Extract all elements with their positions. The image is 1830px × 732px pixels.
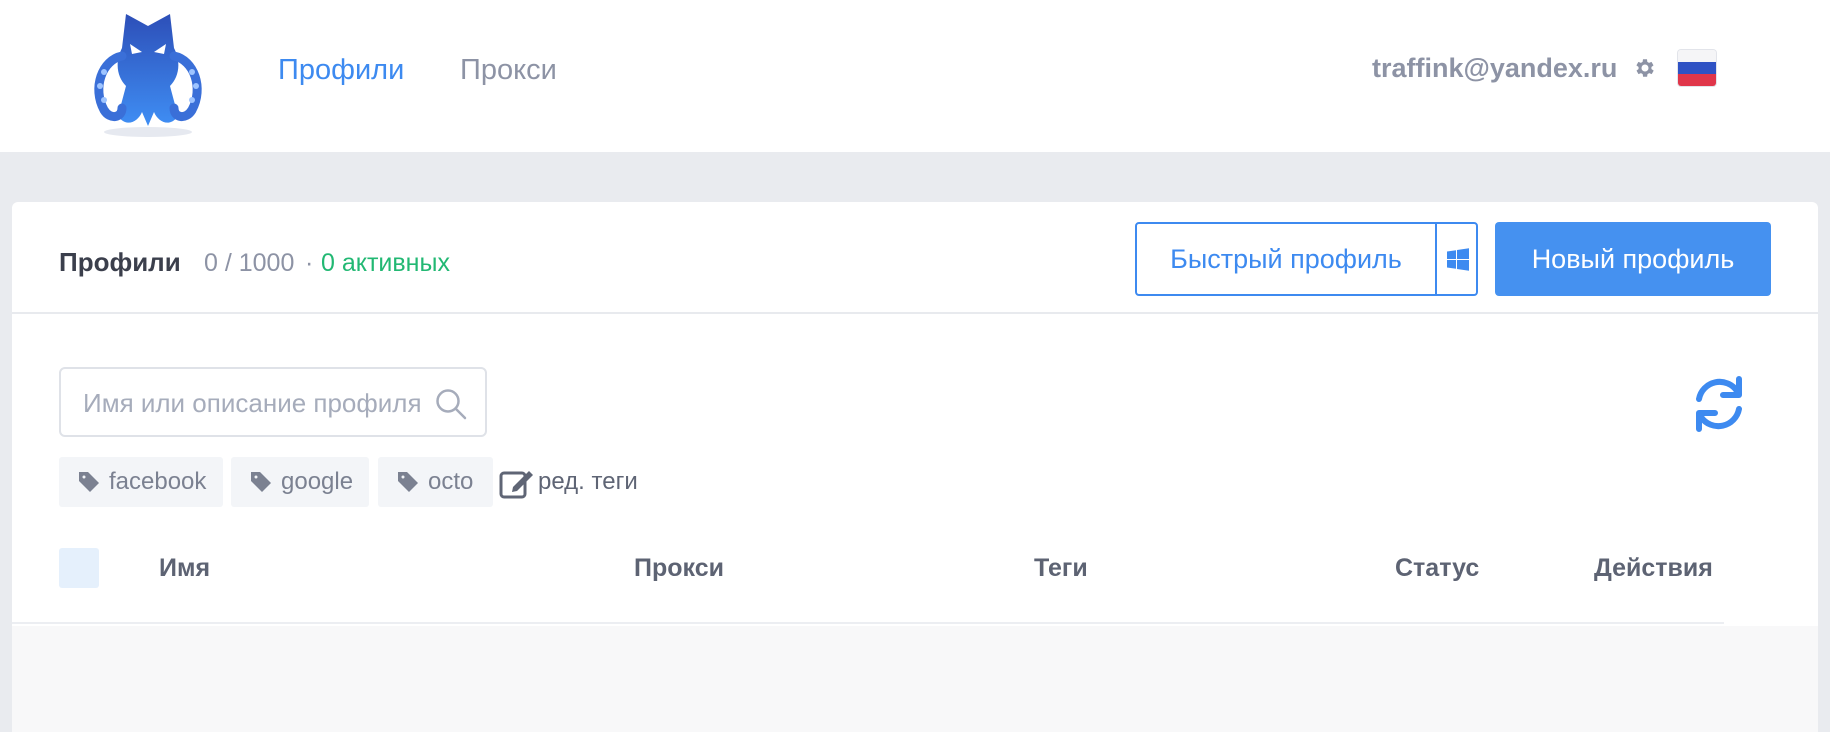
tag-filter-octo[interactable]: octo xyxy=(378,457,493,507)
top-navigation-bar: Профили Прокси traffink@yandex.ru xyxy=(0,0,1830,152)
tag-icon xyxy=(398,472,418,492)
edit-icon xyxy=(499,471,533,499)
column-header-proxy[interactable]: Прокси xyxy=(634,552,724,584)
refresh-icon[interactable] xyxy=(1691,375,1747,433)
edit-tags-button[interactable]: ред. теги xyxy=(499,457,639,507)
panel-title: Профили xyxy=(59,247,181,277)
tag-label: facebook xyxy=(109,468,207,495)
search-box xyxy=(59,367,487,437)
gear-icon[interactable] xyxy=(1633,56,1657,80)
column-header-tags[interactable]: Теги xyxy=(1034,552,1088,584)
table-header: Имя Прокси Теги Статус Действия xyxy=(12,538,1724,624)
profiles-panel: Профили 0 / 1000 · 0 активных Быстрый пр… xyxy=(12,202,1818,732)
column-header-actions: Действия xyxy=(1594,554,1713,582)
tag-icon xyxy=(251,472,271,492)
nav-profiles[interactable]: Профили xyxy=(278,52,404,88)
russia-flag-icon[interactable] xyxy=(1678,50,1716,86)
search-input[interactable] xyxy=(83,385,433,421)
column-header-name[interactable]: Имя xyxy=(159,552,210,584)
quick-profile-button[interactable]: Быстрый профиль xyxy=(1135,222,1437,296)
select-all-checkbox[interactable] xyxy=(59,548,99,588)
table-body-empty xyxy=(12,626,1818,732)
octopus-logo-icon[interactable] xyxy=(82,8,214,138)
new-profile-button[interactable]: Новый профиль xyxy=(1495,222,1771,296)
active-count: 0 активных xyxy=(321,249,450,277)
count-separator: · xyxy=(305,249,314,277)
search-icon[interactable] xyxy=(434,387,468,421)
tag-filter-facebook[interactable]: facebook xyxy=(59,457,223,507)
nav-proxies[interactable]: Прокси xyxy=(460,52,557,88)
tag-icon xyxy=(79,472,99,492)
windows-icon xyxy=(1447,248,1469,271)
tag-filter-google[interactable]: google xyxy=(231,457,369,507)
edit-tags-label: ред. теги xyxy=(538,468,638,495)
column-header-status[interactable]: Статус xyxy=(1395,552,1479,584)
panel-header: Профили 0 / 1000 · 0 активных Быстрый пр… xyxy=(12,202,1818,314)
tag-label: octo xyxy=(428,468,474,495)
os-select-button[interactable] xyxy=(1435,222,1478,296)
account-email[interactable]: traffink@yandex.ru xyxy=(1372,50,1617,86)
profile-count: 0 / 1000 xyxy=(204,249,295,277)
tag-label: google xyxy=(281,468,354,495)
